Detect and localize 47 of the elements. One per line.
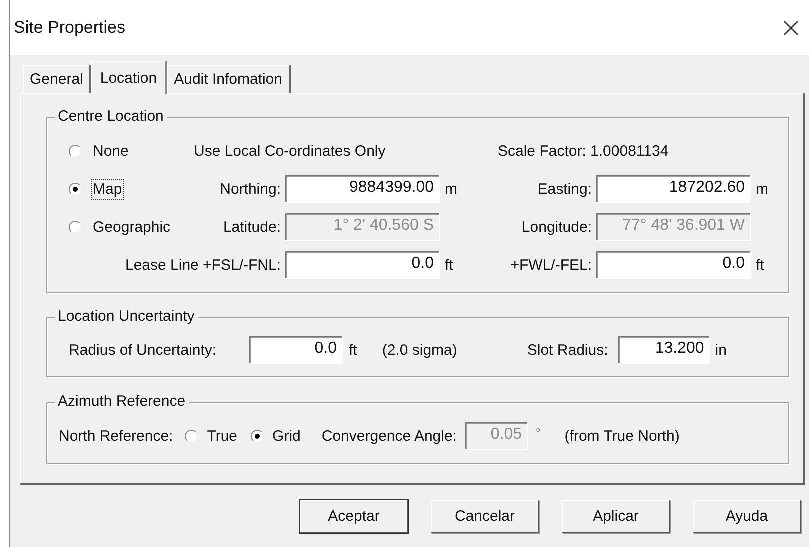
note-text: Use Local Co-ordinates Only (193, 142, 387, 160)
field-label: +FWL/-FEL: (510, 256, 593, 274)
field-label: Northing: (219, 180, 282, 198)
radio-label[interactable]: Map (92, 180, 124, 198)
field-label: North Reference: (59, 428, 174, 444)
field-label: Slot Radius: (527, 342, 608, 358)
tab[interactable]: Location (91, 61, 168, 94)
field-label: Convergence Angle: (322, 428, 457, 444)
tab[interactable]: General (23, 65, 92, 93)
radio-button[interactable] (69, 220, 82, 234)
close-button[interactable]: × (776, 14, 807, 42)
dialog-button[interactable]: Ayuda (693, 500, 801, 533)
window-title: Site Properties (14, 18, 126, 38)
radio-button[interactable] (250, 430, 264, 442)
field-label: Longitude: (520, 218, 593, 236)
dialog-button[interactable]: Aceptar (300, 500, 408, 533)
note-text: (from True North) (564, 428, 680, 444)
scale-factor-text: Scale Factor: 1.00081134 (497, 142, 670, 160)
unit-label: ft (349, 342, 358, 358)
field-label: Radius of Uncertainty: (69, 342, 218, 358)
radio-label[interactable]: None (92, 142, 130, 160)
input-field[interactable]: 9884399.00 (285, 175, 440, 203)
unit-label: ft (444, 256, 454, 274)
input-field[interactable]: 0.0 (285, 251, 440, 279)
input-field[interactable]: 187202.60 (596, 175, 751, 203)
unit-label: in (715, 342, 727, 358)
radio-label[interactable]: Geographic (92, 218, 172, 236)
tab[interactable]: Audit Infomation (167, 65, 290, 93)
input-field[interactable]: 13.200 (618, 336, 710, 364)
unit-label: m (444, 180, 458, 198)
field-label: Latitude: (222, 218, 282, 236)
dialog-button[interactable]: Aplicar (562, 500, 670, 533)
radio-button[interactable] (69, 182, 82, 196)
unit-label: ° (536, 426, 541, 440)
radio-button[interactable] (69, 144, 82, 158)
radio-label[interactable]: Grid (272, 426, 302, 446)
input-field[interactable]: 0.0 (249, 336, 343, 364)
group-title: Location Uncertainty (55, 308, 198, 326)
field-label: Lease Line +FSL/-FNL: (124, 256, 282, 274)
radio-label[interactable]: True (206, 426, 239, 446)
field-label: Easting: (536, 180, 593, 198)
unit-label: m (755, 180, 770, 198)
unit-label: ft (755, 256, 766, 274)
radio-button[interactable] (185, 430, 198, 442)
input-field[interactable]: 0.0 (596, 251, 751, 279)
sigma-text: (2.0 sigma) (382, 342, 458, 358)
dialog-button[interactable]: Cancelar (431, 500, 539, 533)
